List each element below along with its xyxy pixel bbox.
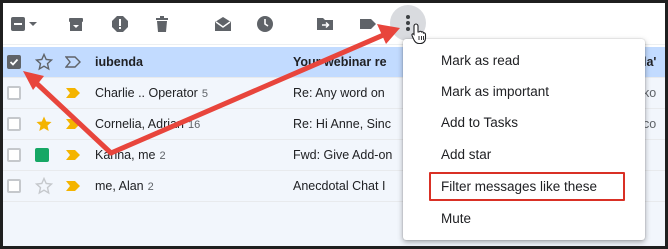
thread-count: 2 xyxy=(159,150,166,162)
sender: Karina, me 2 xyxy=(95,148,166,162)
sender-names: Cornelia, Adrian xyxy=(95,117,184,131)
important-outline-icon[interactable] xyxy=(65,56,81,68)
subject: Fwd: Give Add-on xyxy=(293,148,393,162)
star-outline-icon[interactable] xyxy=(35,177,53,195)
menu-item-add-to-tasks[interactable]: Add to Tasks xyxy=(403,107,645,138)
sender: iubenda xyxy=(95,55,143,69)
thread-count: 2 xyxy=(147,181,154,193)
menu-item-mark-as-read[interactable]: Mark as read xyxy=(403,45,645,76)
sender: me, Alan 2 xyxy=(95,179,154,193)
row-checkbox[interactable] xyxy=(7,179,21,193)
subject: Your webinar re xyxy=(293,55,387,69)
sender: Charlie .. Operator 5 xyxy=(95,86,208,100)
move-to-icon[interactable] xyxy=(312,11,338,37)
label-icon[interactable] xyxy=(355,11,381,37)
delete-icon[interactable] xyxy=(149,11,175,37)
row-checkbox[interactable] xyxy=(7,86,21,100)
sender-names: Charlie .. Operator xyxy=(95,86,198,100)
row-checkbox[interactable] xyxy=(7,117,21,131)
subject: Anecdotal Chat I xyxy=(293,179,386,193)
green-check-label-icon[interactable] xyxy=(35,148,49,162)
mark-read-icon[interactable] xyxy=(210,11,236,37)
subject: Re: Hi Anne, Sinc xyxy=(293,117,391,131)
star-outline-icon[interactable] xyxy=(35,53,53,71)
subject: Re: Any word on xyxy=(293,86,385,100)
menu-item-mark-as-important[interactable]: Mark as important xyxy=(403,76,645,107)
thread-count: 5 xyxy=(201,88,208,100)
row-checkbox[interactable] xyxy=(7,148,21,162)
important-icon[interactable] xyxy=(65,180,81,192)
important-icon[interactable] xyxy=(65,87,81,99)
report-spam-icon[interactable] xyxy=(107,11,133,37)
menu-item-add-star[interactable]: Add star xyxy=(403,139,645,170)
star-filled-icon[interactable] xyxy=(35,115,53,133)
menu-item-filter-messages[interactable]: Filter messages like these xyxy=(403,171,645,202)
hand-cursor-icon xyxy=(411,23,427,45)
thread-count: 16 xyxy=(187,119,201,131)
dropdown-caret-icon[interactable] xyxy=(25,11,41,37)
menu-item-mute[interactable]: Mute xyxy=(403,203,645,234)
sender: Cornelia, Adrian 16 xyxy=(95,117,200,131)
sender-names: Karina, me xyxy=(95,148,156,162)
archive-icon[interactable] xyxy=(63,11,89,37)
more-options-menu: Mark as read Mark as important Add to Ta… xyxy=(403,39,645,240)
gmail-window: iubenda Your webinar re la' Charlie .. O… xyxy=(3,3,665,246)
important-icon[interactable] xyxy=(65,149,81,161)
row-checkbox[interactable] xyxy=(7,55,21,69)
sender-names: me, Alan xyxy=(95,179,144,193)
important-icon[interactable] xyxy=(65,118,81,130)
snippet-fragment: la' xyxy=(643,55,657,69)
snooze-icon[interactable] xyxy=(252,11,278,37)
